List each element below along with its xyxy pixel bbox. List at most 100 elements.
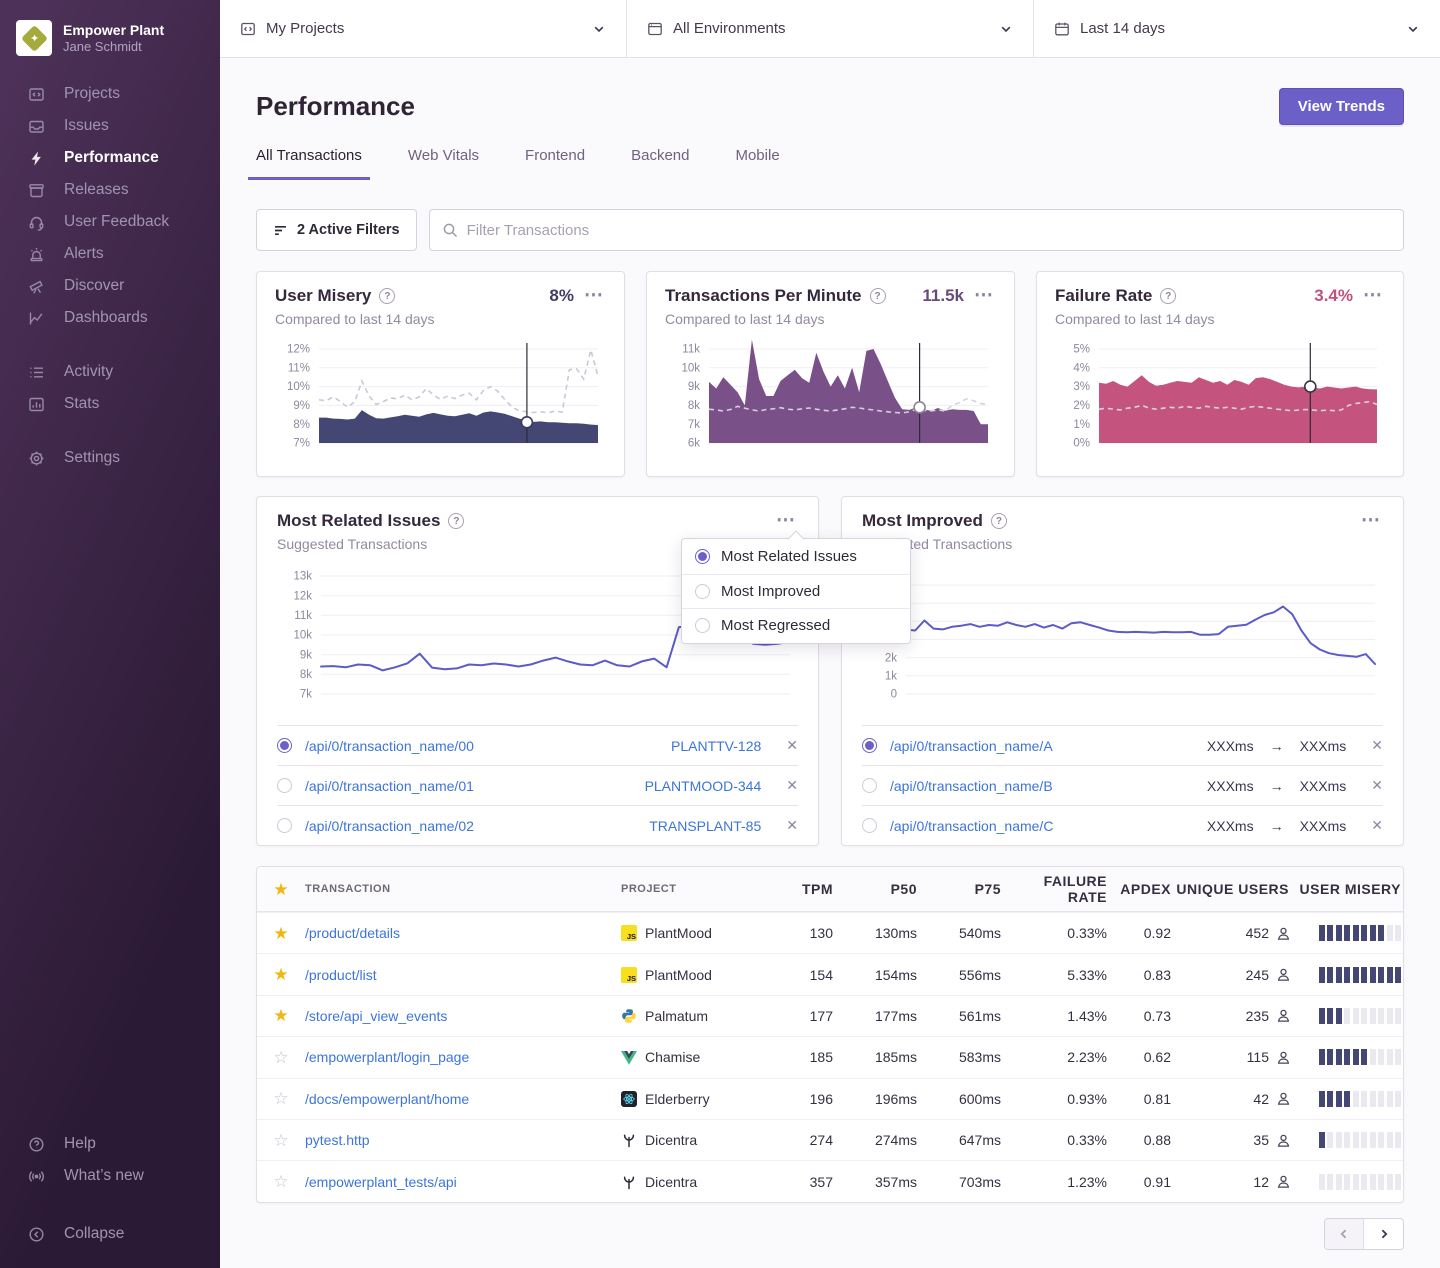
close-icon[interactable]: ✕	[1371, 817, 1383, 834]
star-icon[interactable]: ★	[273, 1007, 288, 1024]
transaction-link[interactable]: /api/0/transaction_name/02	[305, 818, 636, 834]
help-icon[interactable]: ?	[991, 513, 1007, 529]
transaction-link[interactable]: /docs/empowerplant/home	[305, 1091, 621, 1107]
transaction-link[interactable]: /product/list	[305, 967, 621, 983]
star-icon[interactable]: ☆	[273, 1049, 288, 1066]
ellipsis-menu-icon[interactable]: ⋯	[1359, 516, 1383, 526]
star-icon[interactable]: ★	[273, 966, 288, 983]
tab-web-vitals[interactable]: Web Vitals	[400, 141, 487, 180]
tab-frontend[interactable]: Frontend	[517, 141, 593, 180]
sidebar-item-whats-new[interactable]: What’s new	[0, 1160, 220, 1192]
chart-line-icon	[27, 309, 45, 327]
transaction-link[interactable]: pytest.http	[305, 1132, 621, 1148]
transaction-link[interactable]: /api/0/transaction_name/C	[890, 818, 1194, 834]
svg-text:10%: 10%	[287, 381, 310, 393]
transaction-link[interactable]: /api/0/transaction_name/B	[890, 778, 1194, 794]
transaction-link[interactable]: /store/api_view_events	[305, 1008, 621, 1024]
next-page-button[interactable]	[1364, 1219, 1403, 1249]
transaction-link[interactable]: /api/0/transaction_name/00	[305, 738, 658, 754]
view-trends-button[interactable]: View Trends	[1279, 88, 1404, 125]
radio-button[interactable]	[277, 818, 292, 833]
help-icon[interactable]: ?	[870, 288, 886, 304]
star-icon[interactable]: ★	[273, 925, 288, 942]
radio-button[interactable]	[862, 818, 877, 833]
card-subtitle: Compared to last 14 days	[665, 311, 996, 327]
card-options-menu: Most Related Issues Most Improved Most R…	[681, 538, 911, 644]
sidebar-item-user-feedback[interactable]: User Feedback	[0, 206, 220, 238]
tab-bar: All Transactions Web Vitals Frontend Bac…	[248, 141, 1404, 180]
issue-link[interactable]: PLANTMOOD-344	[645, 778, 762, 794]
radio-button[interactable]	[277, 778, 292, 793]
radio-button[interactable]	[277, 738, 292, 753]
transaction-link[interactable]: /api/0/transaction_name/A	[890, 738, 1194, 754]
radio-button[interactable]	[862, 778, 877, 793]
tpm-card: Transactions Per Minute ? 11.5k ⋯ Compar…	[646, 271, 1015, 477]
project-selector[interactable]: My Projects	[220, 0, 626, 57]
issue-link[interactable]: PLANTTV-128	[671, 738, 761, 754]
svg-text:8k: 8k	[300, 669, 312, 681]
sidebar-collapse-button[interactable]: Collapse	[0, 1218, 220, 1250]
sidebar: ✦ Empower Plant Jane Schmidt Projects Is…	[0, 0, 220, 1268]
close-icon[interactable]: ✕	[786, 777, 798, 794]
tab-mobile[interactable]: Mobile	[727, 141, 787, 180]
environment-selector[interactable]: All Environments	[626, 0, 1033, 57]
sidebar-item-issues[interactable]: Issues	[0, 110, 220, 142]
svg-text:10k: 10k	[681, 362, 700, 374]
svg-text:11k: 11k	[682, 344, 700, 356]
star-icon[interactable]: ☆	[273, 1132, 288, 1149]
project-selector-value: My Projects	[266, 20, 582, 37]
most-improved-card: Most Improved ? ⋯ Suggested Transactions…	[841, 496, 1404, 846]
ellipsis-menu-icon[interactable]: ⋯	[1361, 291, 1385, 301]
card-value: 3.4%	[1314, 286, 1353, 306]
menu-item-most-regressed[interactable]: Most Regressed	[682, 608, 910, 643]
help-icon[interactable]: ?	[448, 513, 464, 529]
issue-link[interactable]: TRANSPLANT-85	[649, 818, 761, 834]
transaction-link[interactable]: /empowerplant_tests/api	[305, 1174, 621, 1190]
sidebar-item-activity[interactable]: Activity	[0, 356, 220, 388]
org-header[interactable]: ✦ Empower Plant Jane Schmidt	[0, 14, 220, 78]
list-item: /api/0/transaction_name/01 PLANTMOOD-344…	[277, 765, 798, 805]
transaction-link[interactable]: /empowerplant/login_page	[305, 1049, 621, 1065]
close-icon[interactable]: ✕	[786, 817, 798, 834]
calendar-icon	[1054, 21, 1070, 37]
close-icon[interactable]: ✕	[786, 737, 798, 754]
star-icon[interactable]: ☆	[273, 1090, 288, 1107]
sidebar-item-performance[interactable]: Performance	[0, 142, 220, 174]
menu-item-most-improved[interactable]: Most Improved	[682, 574, 910, 609]
transaction-link[interactable]: /api/0/transaction_name/01	[305, 778, 632, 794]
date-range-selector[interactable]: Last 14 days	[1033, 0, 1440, 57]
table-row: ☆ /empowerplant_tests/api Dicentra 357 3…	[257, 1160, 1403, 1201]
svg-text:0%: 0%	[1073, 438, 1090, 450]
sidebar-item-releases[interactable]: Releases	[0, 174, 220, 206]
search-input[interactable]	[467, 222, 1391, 239]
sidebar-item-dashboards[interactable]: Dashboards	[0, 302, 220, 334]
star-icon[interactable]: ★	[273, 881, 288, 898]
radio-button	[695, 584, 710, 599]
sidebar-item-stats[interactable]: Stats	[0, 388, 220, 420]
sidebar-item-alerts[interactable]: Alerts	[0, 238, 220, 270]
sidebar-item-projects[interactable]: Projects	[0, 78, 220, 110]
sidebar-item-help[interactable]: Help	[0, 1128, 220, 1160]
prev-page-button[interactable]	[1325, 1219, 1364, 1249]
ellipsis-menu-icon[interactable]: ⋯	[972, 291, 996, 301]
tab-backend[interactable]: Backend	[623, 141, 697, 180]
radio-button[interactable]	[862, 738, 877, 753]
help-icon[interactable]: ?	[379, 288, 395, 304]
releases-icon	[27, 181, 45, 199]
tab-all-transactions[interactable]: All Transactions	[248, 141, 370, 180]
sidebar-item-discover[interactable]: Discover	[0, 270, 220, 302]
issues-icon	[27, 117, 45, 135]
tpm-chart: 11k10k9k8k7k6k	[665, 337, 996, 453]
user-misery-bar	[1291, 1132, 1403, 1148]
close-icon[interactable]: ✕	[1371, 737, 1383, 754]
close-icon[interactable]: ✕	[1371, 777, 1383, 794]
ellipsis-menu-icon[interactable]: ⋯	[582, 291, 606, 301]
list-item: /api/0/transaction_name/B XXXms → XXXms …	[862, 765, 1383, 805]
help-icon[interactable]: ?	[1160, 288, 1176, 304]
ellipsis-menu-icon[interactable]: ⋯	[774, 516, 798, 526]
sidebar-item-settings[interactable]: Settings	[0, 442, 220, 474]
transaction-link[interactable]: /product/details	[305, 925, 621, 941]
active-filters-button[interactable]: 2 Active Filters	[256, 209, 417, 251]
menu-item-most-related-issues[interactable]: Most Related Issues	[682, 539, 910, 574]
star-icon[interactable]: ☆	[273, 1173, 288, 1190]
